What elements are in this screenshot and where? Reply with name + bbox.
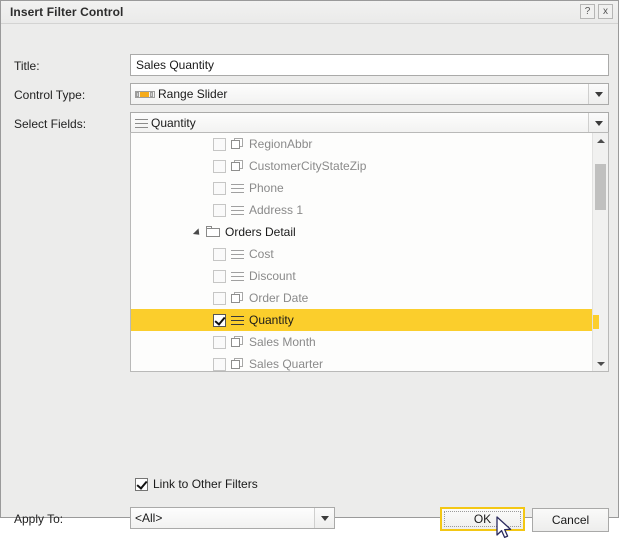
link-to-other-filters-row[interactable]: Link to Other Filters — [135, 477, 258, 491]
title-input[interactable]: Sales Quantity — [130, 54, 609, 76]
tree-row-label: Cost — [249, 246, 274, 261]
tree-row-label: Sales Quarter — [249, 356, 324, 371]
tree-row-label: Quantity — [249, 312, 294, 327]
select-fields-chevron-down-icon[interactable] — [588, 113, 608, 133]
dialog-title: Insert Filter Control — [10, 5, 124, 19]
tree-row-label: Discount — [249, 268, 296, 283]
tree-row-checkbox[interactable] — [213, 159, 226, 173]
tree-row-label: CustomerCityStateZip — [249, 158, 367, 173]
lines-icon — [231, 271, 244, 282]
lines-icon — [135, 118, 148, 129]
field-tree-list[interactable]: RegionAbbr CustomerCityStateZip Phone Addre… — [131, 133, 592, 371]
tree-row-checkbox[interactable] — [213, 203, 226, 217]
apply-to-chevron-down-icon[interactable] — [314, 508, 334, 528]
select-fields-label: Select Fields: — [14, 117, 87, 131]
title-input-value: Sales Quantity — [136, 58, 215, 72]
tree-row-checkbox[interactable] — [213, 291, 226, 305]
ok-button[interactable]: OK — [440, 507, 525, 531]
tree-row-checkbox[interactable] — [213, 247, 226, 261]
cancel-button-label: Cancel — [551, 513, 590, 527]
insert-filter-control-dialog: Insert Filter Control ? x Title: Sales Q… — [0, 0, 619, 539]
tree-row[interactable]: Quantity — [131, 309, 592, 331]
table-icon — [231, 138, 244, 150]
field-tree-dropdown: RegionAbbr CustomerCityStateZip Phone Addre… — [130, 132, 609, 372]
ok-button-label: OK — [473, 512, 492, 526]
expander-triangle-icon[interactable] — [193, 227, 204, 238]
titlebar-button-group: ? x — [580, 4, 613, 19]
field-tree-scrollbar[interactable] — [592, 133, 608, 371]
range-slider-icon — [135, 90, 155, 99]
tree-row-checkbox[interactable] — [213, 313, 226, 327]
tree-row[interactable]: RegionAbbr — [131, 133, 592, 155]
dialog-body: Title: Sales Quantity Control Type: Rang… — [1, 24, 618, 539]
select-fields-value-wrap: Quantity — [131, 116, 588, 130]
select-fields-value: Quantity — [151, 116, 196, 130]
link-to-other-filters-label: Link to Other Filters — [153, 477, 258, 491]
control-type-combo[interactable]: Range Slider — [130, 83, 609, 105]
lines-icon — [231, 249, 244, 260]
scrollbar-thumb[interactable] — [595, 164, 606, 210]
title-label: Title: — [14, 59, 40, 73]
table-icon — [231, 160, 244, 172]
apply-to-label: Apply To: — [14, 512, 64, 526]
close-icon[interactable]: x — [598, 4, 613, 19]
control-type-label: Control Type: — [14, 88, 86, 102]
select-fields-combo[interactable]: Quantity — [130, 112, 609, 134]
control-type-chevron-down-icon[interactable] — [588, 84, 608, 104]
lines-icon — [231, 315, 244, 326]
help-icon[interactable]: ? — [580, 4, 595, 19]
table-icon — [231, 336, 244, 348]
scroll-down-icon[interactable] — [593, 356, 608, 371]
table-icon — [231, 358, 244, 370]
table-icon — [231, 292, 244, 304]
link-to-other-filters-checkbox[interactable] — [135, 477, 148, 491]
tree-row-label: Sales Month — [249, 334, 316, 349]
control-type-value-wrap: Range Slider — [131, 87, 588, 101]
tree-row[interactable]: Sales Month — [131, 331, 592, 353]
tree-row[interactable]: Order Date — [131, 287, 592, 309]
lines-icon — [231, 205, 244, 216]
dialog-titlebar: Insert Filter Control ? x — [1, 1, 618, 24]
control-type-value: Range Slider — [158, 87, 228, 101]
apply-to-combo[interactable]: <All> — [130, 507, 335, 529]
tree-row[interactable]: CustomerCityStateZip — [131, 155, 592, 177]
tree-row-label: Orders Detail — [225, 224, 296, 239]
tree-row[interactable]: Cost — [131, 243, 592, 265]
tree-row-label: Order Date — [249, 290, 309, 305]
tree-row[interactable]: Sales Quarter — [131, 353, 592, 371]
tree-row-label: Address 1 — [249, 202, 304, 217]
apply-to-value-wrap: <All> — [131, 511, 314, 525]
cancel-button[interactable]: Cancel — [532, 508, 609, 532]
tree-row-checkbox[interactable] — [213, 181, 226, 195]
tree-row[interactable]: Orders Detail — [131, 221, 592, 243]
tree-row[interactable]: Discount — [131, 265, 592, 287]
tree-row-checkbox[interactable] — [213, 269, 226, 283]
tree-row-label: Phone — [249, 180, 284, 195]
tree-row-checkbox[interactable] — [213, 137, 226, 151]
tree-row-checkbox[interactable] — [213, 357, 226, 371]
scroll-up-icon[interactable] — [593, 133, 608, 148]
scrollbar-selection-marker — [593, 315, 599, 329]
folder-icon — [206, 226, 221, 238]
tree-row-label: RegionAbbr — [249, 136, 313, 151]
lines-icon — [231, 183, 244, 194]
tree-row[interactable]: Address 1 — [131, 199, 592, 221]
apply-to-value: <All> — [135, 511, 163, 525]
tree-row-checkbox[interactable] — [213, 335, 226, 349]
tree-row[interactable]: Phone — [131, 177, 592, 199]
